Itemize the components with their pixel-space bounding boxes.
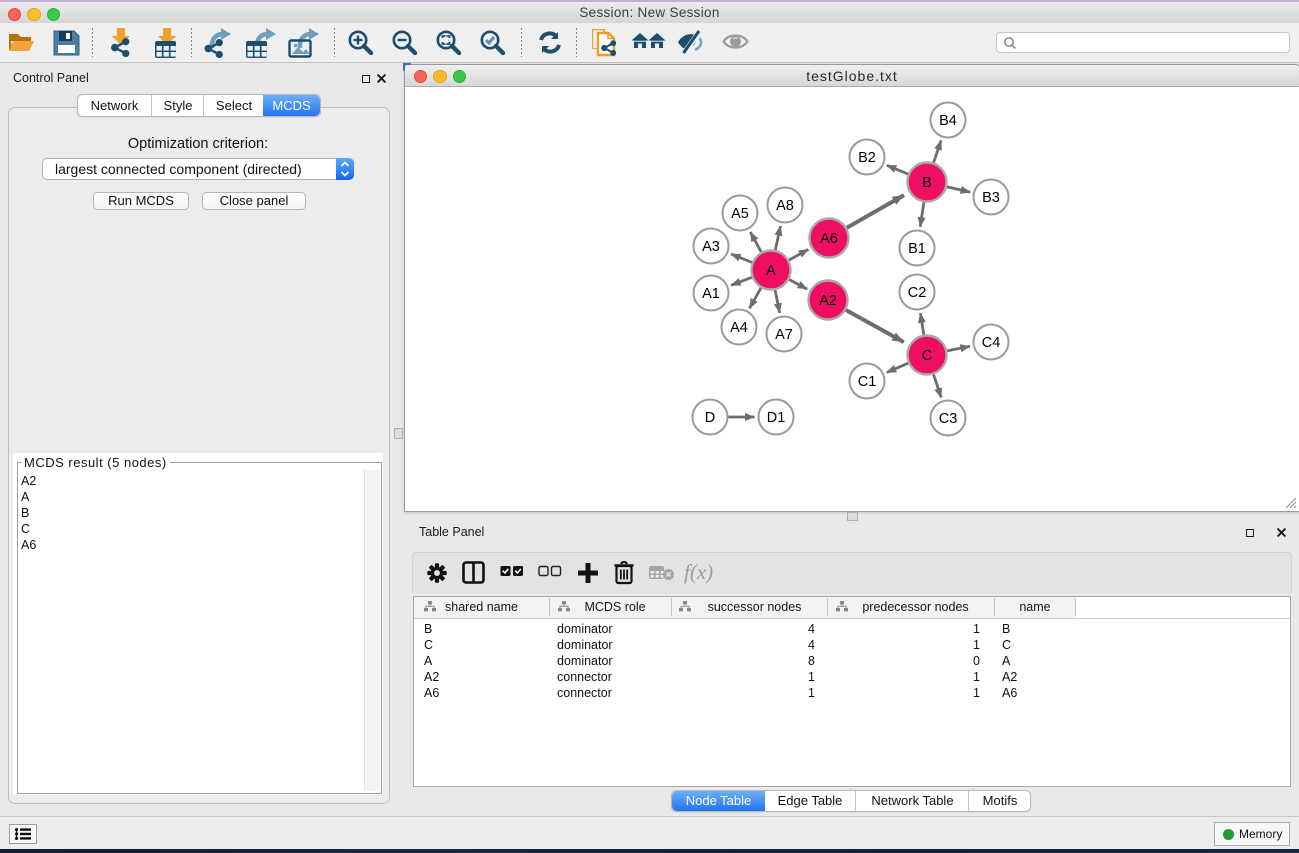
svg-text:B: B bbox=[922, 175, 932, 191]
svg-text:A7: A7 bbox=[775, 327, 793, 343]
svg-text:A1: A1 bbox=[702, 286, 720, 302]
svg-text:A2: A2 bbox=[819, 293, 837, 309]
svg-text:B1: B1 bbox=[908, 241, 926, 257]
svg-text:A4: A4 bbox=[730, 320, 748, 336]
svg-text:A6: A6 bbox=[820, 231, 838, 247]
svg-text:C2: C2 bbox=[908, 285, 927, 301]
svg-text:C: C bbox=[922, 348, 932, 364]
svg-text:C3: C3 bbox=[939, 411, 958, 427]
svg-text:A5: A5 bbox=[731, 206, 749, 222]
svg-text:B2: B2 bbox=[858, 150, 876, 166]
svg-text:A3: A3 bbox=[702, 239, 720, 255]
svg-text:D1: D1 bbox=[767, 410, 786, 426]
svg-text:D: D bbox=[705, 410, 715, 426]
svg-text:A8: A8 bbox=[776, 198, 794, 214]
svg-text:C4: C4 bbox=[982, 335, 1001, 351]
svg-text:C1: C1 bbox=[858, 374, 877, 390]
svg-text:B4: B4 bbox=[939, 113, 957, 129]
svg-text:B3: B3 bbox=[982, 190, 1000, 206]
svg-text:A: A bbox=[766, 263, 776, 279]
